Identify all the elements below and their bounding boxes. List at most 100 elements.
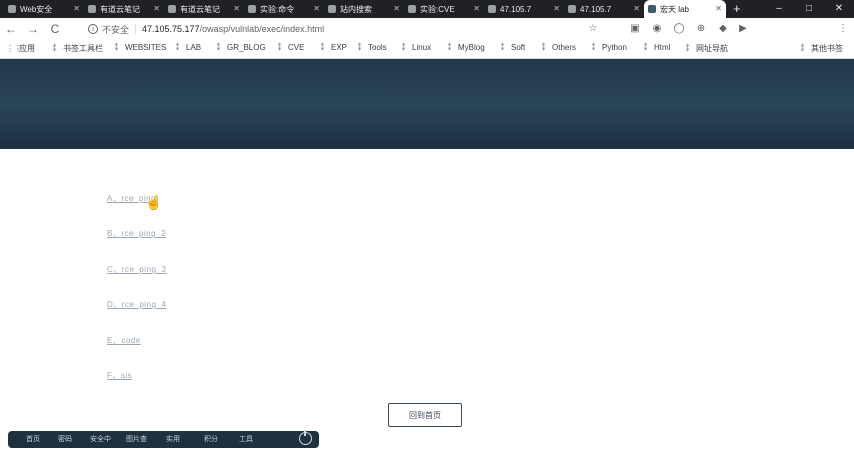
menu-kebab-icon[interactable]: ⋮ — [836, 22, 850, 36]
bookmark-folder[interactable]: ⁑ GR_BLOG — [214, 43, 266, 52]
bookmark-apps[interactable]: ⋮⋮ 应用 — [6, 43, 35, 54]
bookmark-folder[interactable]: ⁑ MyBlog — [445, 43, 485, 52]
bookmark-folder[interactable]: ⁑ CVE — [275, 43, 305, 52]
tab-title: 站内搜索 — [340, 4, 372, 14]
bookmark-star-icon[interactable]: ☆ — [586, 22, 600, 36]
bookmark-label: WEBSITES — [125, 43, 167, 52]
tab-2[interactable]: 有道云笔记 ✕ — [84, 0, 164, 18]
tab-3[interactable]: 有道云笔记 ✕ — [164, 0, 244, 18]
bookmark-folder[interactable]: ⁑ Soft — [498, 43, 526, 52]
tab-close-icon[interactable]: ✕ — [73, 4, 80, 13]
bookmark-label: 网址导航 — [696, 44, 728, 53]
bookmark-folder[interactable]: ⁑ WEBSITES — [112, 43, 167, 52]
folder-icon: ⁑ — [800, 44, 805, 53]
bookmark-label: Soft — [511, 43, 526, 52]
link-sis[interactable]: F、sis — [107, 370, 132, 381]
tab-7[interactable]: 47.105.7 ✕ — [484, 0, 564, 18]
tab-favicon-icon — [248, 5, 256, 13]
tab-1[interactable]: Web安全 ✕ — [4, 0, 84, 18]
tab-close-icon[interactable]: ✕ — [153, 4, 160, 13]
bottom-item[interactable]: 积分 — [204, 431, 218, 448]
bookmark-folder[interactable]: ⁑ 书签工具栏 — [50, 43, 104, 54]
bookmark-label: Others — [552, 43, 577, 52]
extension-icon[interactable]: ⊕ — [694, 22, 708, 36]
address-bar[interactable]: i 不安全 47.105.75.177 /owasp/vulnlab/exec/… — [88, 20, 608, 38]
bottom-item[interactable]: 工具 — [239, 431, 253, 448]
link-rce-ping-4[interactable]: D、rce_ping_4 — [107, 299, 166, 310]
security-label: 不安全 — [102, 24, 130, 35]
extension-icon[interactable]: ◯ — [672, 22, 686, 36]
link-rce-ping-3[interactable]: C、rce_ping_3 — [107, 264, 166, 275]
bookmark-folder[interactable]: ⁑ LAB — [173, 43, 202, 52]
bookmark-folder[interactable]: ⁑ EXP — [318, 43, 348, 52]
tab-close-icon[interactable]: ✕ — [633, 4, 640, 13]
reload-icon[interactable]: C — [47, 21, 63, 37]
extension-icon[interactable]: ▶ — [736, 22, 750, 36]
folder-icon: ⁑ — [216, 43, 221, 52]
tab-title: 有道云笔记 — [180, 4, 220, 14]
folder-icon: ⁑ — [591, 43, 596, 52]
apps-icon: ⋮⋮ — [6, 44, 22, 53]
bottom-item[interactable]: 首页 — [26, 431, 40, 448]
tab-close-icon[interactable]: ✕ — [553, 4, 560, 13]
bookmark-folder[interactable]: ⁑ 网址导航 — [683, 43, 729, 54]
link-code[interactable]: E、code — [107, 335, 141, 346]
info-icon[interactable]: i — [88, 24, 98, 34]
tab-active[interactable]: 宏天 lab ✕ — [644, 0, 726, 18]
url-host: 47.105.75.177 — [142, 24, 200, 34]
new-tab-plus-icon[interactable]: + — [733, 1, 741, 16]
link-rce-ping-2[interactable]: B、rce_ping_2 — [107, 228, 166, 239]
extension-icon[interactable]: ▣ — [628, 22, 642, 36]
bookmark-label: EXP — [331, 43, 348, 52]
tab-title: 47.105.7 — [500, 4, 532, 14]
tab-favicon-icon — [568, 5, 576, 13]
folder-icon: ⁑ — [114, 43, 119, 52]
back-arrow-icon[interactable]: ← — [3, 21, 19, 37]
folder-icon: ⁑ — [175, 43, 180, 52]
power-icon[interactable] — [299, 430, 312, 445]
tab-title: 实验:命令 — [260, 4, 295, 14]
header-banner — [0, 59, 854, 149]
bookmark-folder[interactable]: ⁑ Html — [641, 43, 671, 52]
bookmark-folder[interactable]: ⁑ Tools — [355, 43, 387, 52]
folder-icon: ⁑ — [643, 43, 648, 52]
tab-6[interactable]: 实验:CVE ✕ — [404, 0, 484, 18]
bottom-item[interactable]: 实用 — [166, 431, 180, 448]
hand-cursor-icon: ☝ — [145, 194, 163, 210]
bookmark-label: MyBlog — [458, 43, 485, 52]
bookmark-folder[interactable]: ⁑ Python — [589, 43, 627, 52]
bookmark-folder[interactable]: ⁑ Linux — [399, 43, 432, 52]
tab-close-icon[interactable]: ✕ — [393, 4, 400, 13]
bottom-item[interactable]: 图片查 — [126, 431, 147, 448]
tab-4[interactable]: 实验:命令 ✕ — [244, 0, 324, 18]
bottom-item[interactable]: 安全中 — [90, 431, 111, 448]
tab-close-icon[interactable]: ✕ — [313, 4, 320, 13]
extension-icon[interactable]: ◉ — [650, 22, 664, 36]
divider — [135, 24, 137, 34]
tab-8[interactable]: 47.105.7 ✕ — [564, 0, 644, 18]
bookmark-label: 应用 — [19, 44, 35, 53]
tab-title: Web安全 — [20, 4, 53, 14]
bookmark-folder[interactable]: ⁑ 其他书签 — [798, 43, 844, 54]
tab-5[interactable]: 站内搜索 ✕ — [324, 0, 404, 18]
bottom-toolbar: 首页 密码 安全中 图片查 实用 积分 工具 — [8, 430, 319, 448]
back-home-button[interactable]: 回到首页 — [388, 403, 462, 427]
browser-toolbar: ← → C i 不安全 47.105.75.177 /owasp/vulnlab… — [0, 18, 854, 40]
tab-close-icon[interactable]: ✕ — [473, 4, 480, 13]
tab-close-icon[interactable]: ✕ — [233, 4, 240, 13]
tab-favicon-icon — [648, 5, 656, 13]
bookmark-label: 书签工具栏 — [63, 44, 103, 53]
tab-favicon-icon — [8, 5, 16, 13]
minimize-icon[interactable]: – — [764, 0, 794, 18]
forward-arrow-icon[interactable]: → — [25, 21, 41, 37]
folder-icon: ⁑ — [277, 43, 282, 52]
bookmark-folder[interactable]: ⁑ Others — [539, 43, 577, 52]
extension-icon[interactable]: ◆ — [716, 22, 730, 36]
close-window-icon[interactable]: ✕ — [824, 0, 854, 18]
maximize-icon[interactable]: □ — [794, 0, 824, 18]
tab-favicon-icon — [168, 5, 176, 13]
bookmark-label: Python — [602, 43, 627, 52]
folder-icon: ⁑ — [447, 43, 452, 52]
bottom-item[interactable]: 密码 — [58, 431, 72, 448]
tab-close-icon[interactable]: ✕ — [715, 4, 722, 13]
